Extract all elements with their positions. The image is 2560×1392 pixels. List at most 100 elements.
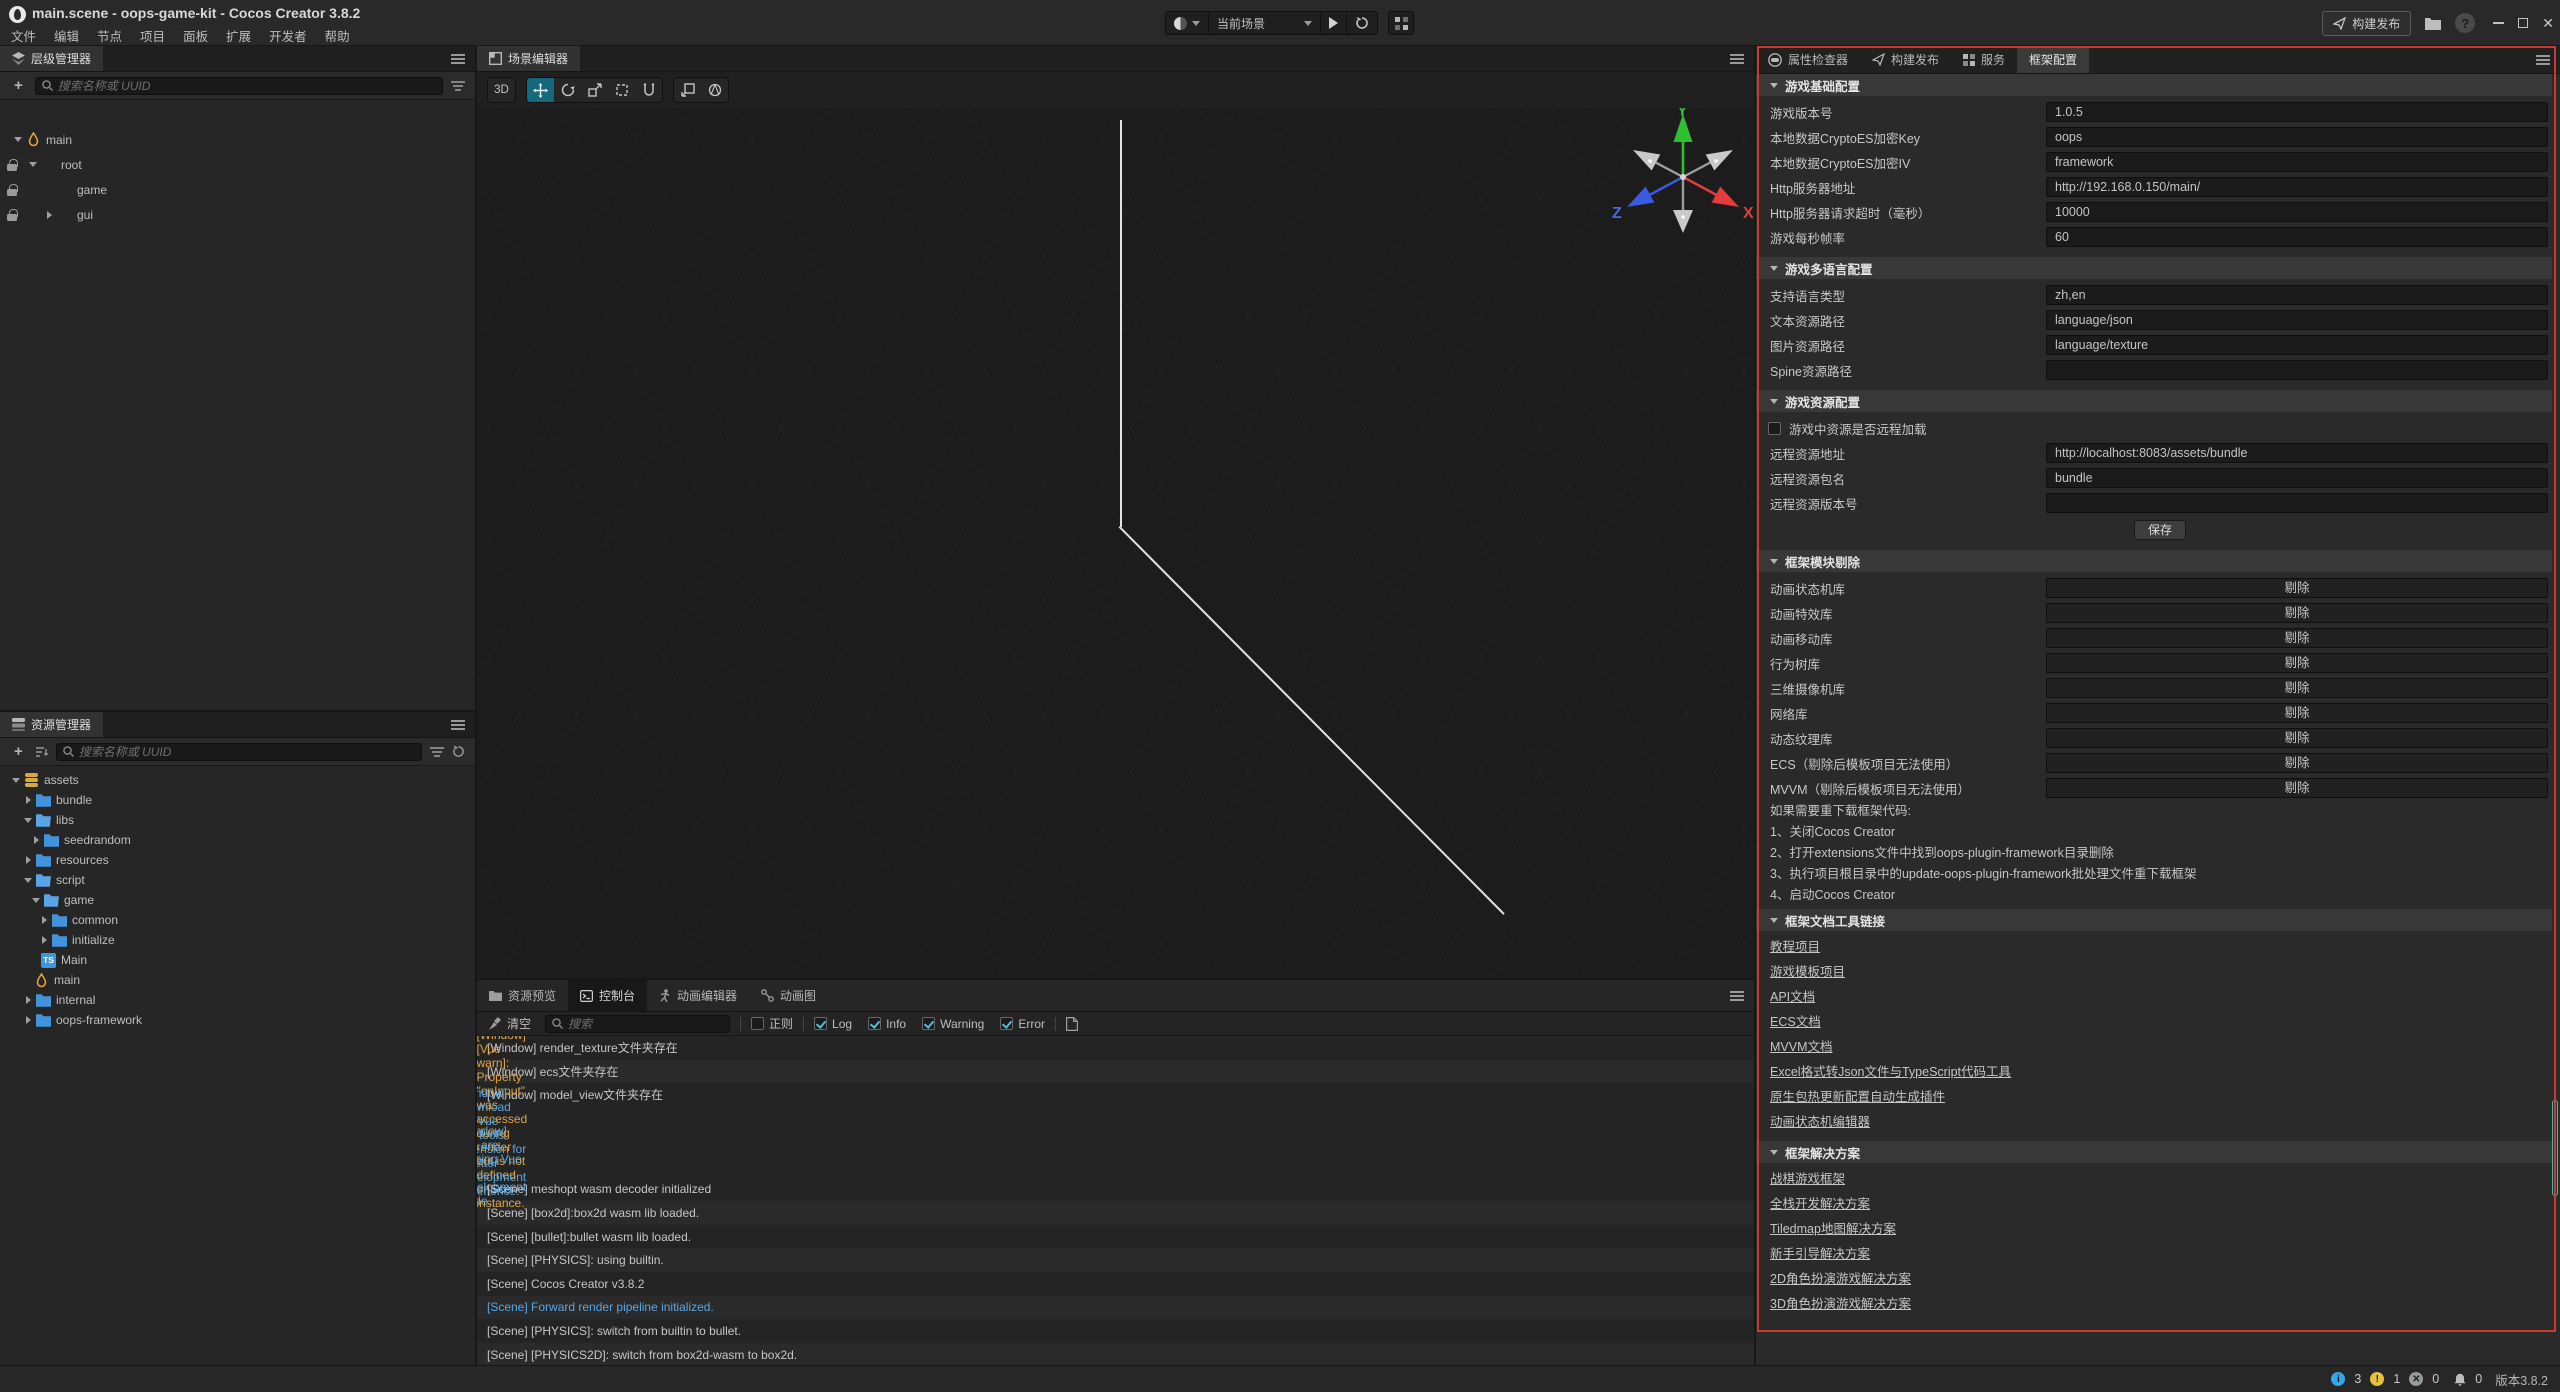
console-menu-icon[interactable] <box>1730 991 1744 1001</box>
view-3d-toggle[interactable]: 3D <box>487 77 516 103</box>
menu-item[interactable]: 面板 <box>174 26 217 45</box>
tab-assets[interactable]: 资源管理器 <box>0 712 103 737</box>
tree-chevron-icon[interactable] <box>8 770 24 790</box>
create-node-button[interactable]: + <box>10 77 27 94</box>
console-log-row[interactable]: ! › [Window] You are running Vue in deve… <box>477 1154 493 1178</box>
refresh-icon[interactable] <box>452 745 465 758</box>
section-modules[interactable]: 框架模块剔除 <box>1756 550 2552 572</box>
asset-row[interactable]: TS script <box>0 870 475 890</box>
tree-chevron-icon[interactable] <box>20 850 36 870</box>
hierarchy-search-input[interactable] <box>58 79 436 93</box>
doc-link[interactable]: 原生包热更新配置自动生成插件 <box>1770 1085 1945 1110</box>
field-input[interactable] <box>2046 493 2548 513</box>
field-input[interactable]: zh,en <box>2046 285 2548 305</box>
asset-row[interactable]: TS assets <box>0 770 475 790</box>
module-remove-button[interactable]: 剔除 <box>2046 703 2548 723</box>
log-filter-checkbox[interactable]: Info <box>868 1017 906 1031</box>
asset-row[interactable]: TS oops-framework <box>0 1010 475 1030</box>
console-log-row[interactable]: ! › [Scene] Cocos Creator v3.8.2 <box>477 1272 1754 1296</box>
section-doc-links[interactable]: 框架文档工具链接 <box>1756 909 2552 931</box>
tree-chevron-icon[interactable] <box>28 890 44 910</box>
doc-link[interactable]: Excel格式转Json文件与TypeScript代码工具 <box>1770 1060 2011 1085</box>
module-remove-button[interactable]: 剔除 <box>2046 753 2548 773</box>
section-i18n[interactable]: 游戏多语言配置 <box>1756 257 2552 279</box>
orientation-gizmo[interactable]: Y X Z <box>1608 108 1754 252</box>
close-button[interactable]: ✕ <box>2542 16 2554 30</box>
asset-row[interactable]: TS game <box>0 890 475 910</box>
console-log-row[interactable]: ! › [Window] model_view文件夹存在 <box>477 1083 1754 1107</box>
console-log-row[interactable]: ! › [Window] render_texture文件夹存在 <box>477 1036 1754 1060</box>
rect-tool-button[interactable] <box>608 78 635 102</box>
tab-animation-editor[interactable]: 动画编辑器 <box>647 980 749 1011</box>
lock-icon[interactable] <box>7 159 17 171</box>
error-count-icon[interactable]: ✕ <box>2409 1372 2423 1386</box>
field-input[interactable]: http://localhost:8083/assets/bundle <box>2046 443 2548 463</box>
solution-link[interactable]: 3D角色扮演游戏解决方案 <box>1770 1292 1911 1317</box>
field-input[interactable]: language/texture <box>2046 335 2548 355</box>
maximize-button[interactable] <box>2518 18 2528 28</box>
solution-link[interactable]: 全栈开发解决方案 <box>1770 1192 1870 1217</box>
module-remove-button[interactable]: 剔除 <box>2046 728 2548 748</box>
asset-row[interactable]: TS internal <box>0 990 475 1010</box>
coordinate-toggle-button[interactable] <box>701 78 728 102</box>
tab-hierarchy[interactable]: 层级管理器 <box>0 46 103 71</box>
console-log-row[interactable]: ! › [Scene] Forward render pipeline init… <box>477 1296 1754 1320</box>
tab-services[interactable]: 服务 <box>1951 46 2017 73</box>
solution-link[interactable]: 战棋游戏框架 <box>1770 1167 1845 1192</box>
doc-link[interactable]: ECS文档 <box>1770 1010 1821 1035</box>
hierarchy-node-row[interactable]: root <box>0 152 475 177</box>
asset-row[interactable]: TS bundle <box>0 790 475 810</box>
gizmo-2d-tool-button[interactable] <box>635 78 662 102</box>
filter-icon[interactable] <box>430 746 444 758</box>
solution-link[interactable]: Tiledmap地图解决方案 <box>1770 1217 1896 1242</box>
field-input[interactable]: framework <box>2046 152 2548 172</box>
log-filter-checkbox[interactable]: Log <box>814 1017 852 1031</box>
log-filter-checkbox[interactable]: Warning <box>922 1017 984 1031</box>
hierarchy-node-row[interactable]: gui <box>0 202 475 227</box>
doc-link[interactable]: 游戏模板项目 <box>1770 960 1845 985</box>
field-input[interactable] <box>2046 360 2548 380</box>
tab-scene-editor[interactable]: 场景编辑器 <box>477 46 580 71</box>
inspector-menu-icon[interactable] <box>2536 55 2550 65</box>
solution-link[interactable]: 2D角色扮演游戏解决方案 <box>1770 1267 1911 1292</box>
warning-count-icon[interactable]: ! <box>2370 1372 2384 1386</box>
console-log-row[interactable]: ! › [Window] ecs文件夹存在 <box>477 1060 1754 1084</box>
module-remove-button[interactable]: 剔除 <box>2046 653 2548 673</box>
hierarchy-node-row[interactable]: game <box>0 177 475 202</box>
create-asset-button[interactable]: + <box>10 743 27 760</box>
tab-animation-graph[interactable]: 动画图 <box>749 980 828 1011</box>
device-preview-button[interactable] <box>1166 12 1209 34</box>
doc-link[interactable]: 动画状态机编辑器 <box>1770 1110 1870 1135</box>
doc-link[interactable]: API文档 <box>1770 985 1815 1010</box>
tab-framework-config[interactable]: 框架配置 <box>2017 46 2089 73</box>
field-input[interactable]: 10000 <box>2046 202 2548 222</box>
menu-item[interactable]: 开发者 <box>260 26 316 45</box>
module-remove-button[interactable]: 剔除 <box>2046 628 2548 648</box>
asset-row[interactable]: TS seedrandom <box>0 830 475 850</box>
tree-chevron-icon[interactable] <box>20 870 36 890</box>
solution-link[interactable]: 新手引导解决方案 <box>1770 1242 1870 1267</box>
asset-row[interactable]: TS resources <box>0 850 475 870</box>
asset-row[interactable]: TS main <box>0 970 475 990</box>
tree-chevron-icon[interactable] <box>20 1010 36 1030</box>
log-filter-checkbox[interactable]: Error <box>1000 1017 1045 1031</box>
tree-chevron-icon[interactable] <box>36 910 52 930</box>
inspector-scrollbar-thumb[interactable] <box>2552 1100 2558 1196</box>
help-button[interactable]: ? <box>2455 13 2475 33</box>
section-game-basic[interactable]: 游戏基础配置 <box>1756 74 2552 96</box>
save-button[interactable]: 保存 <box>2134 520 2186 540</box>
tree-chevron-icon[interactable] <box>10 127 26 152</box>
scene-viewport[interactable]: 正常渲染 <box>477 108 1754 978</box>
menu-item[interactable]: 帮助 <box>316 26 359 45</box>
field-input[interactable]: 60 <box>2046 227 2548 247</box>
menu-item[interactable]: 编辑 <box>45 26 88 45</box>
module-remove-button[interactable]: 剔除 <box>2046 603 2548 623</box>
tree-chevron-icon[interactable] <box>28 830 44 850</box>
doc-link[interactable]: 教程项目 <box>1770 935 1820 960</box>
tab-console[interactable]: 控制台 <box>568 980 647 1011</box>
tree-chevron-icon[interactable] <box>20 990 36 1010</box>
console-search-input[interactable] <box>568 1017 723 1031</box>
play-button[interactable] <box>1321 12 1347 34</box>
menu-item[interactable]: 扩展 <box>217 26 260 45</box>
tree-chevron-icon[interactable] <box>36 930 52 950</box>
